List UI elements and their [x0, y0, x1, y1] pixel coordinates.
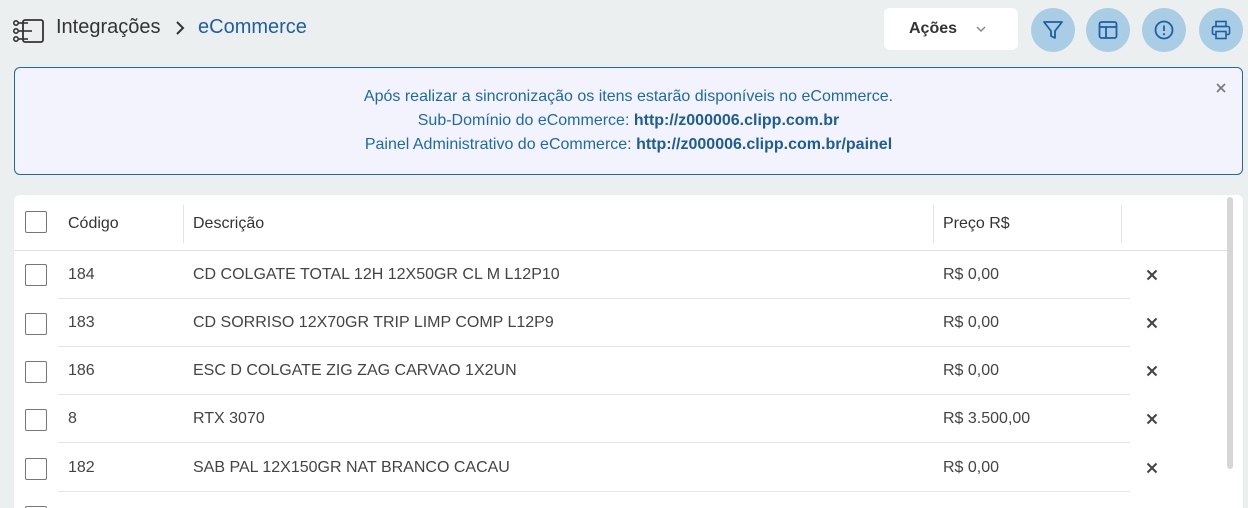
banner-line-2: Sub-Domínio do eCommerce: http://z000006… [15, 111, 1242, 131]
table-row[interactable]: 8 RTX 3070 R$ 3.500,00 [14, 395, 1227, 443]
filter-button[interactable] [1031, 8, 1075, 52]
cell-preco: R$ 0,00 [943, 362, 1000, 379]
cell-preco: R$ 0,00 [943, 459, 1000, 476]
banner-line-1: Após realizar a sincronização os itens e… [363, 88, 894, 105]
row-divider [58, 442, 1130, 443]
subdomain-label: Sub-Domínio do eCommerce: [417, 112, 634, 129]
vertical-scrollbar[interactable] [1227, 197, 1233, 469]
subdomain-link[interactable]: http://z000006.clipp.com.br [634, 112, 839, 129]
delete-row-icon[interactable] [1146, 269, 1158, 281]
breadcrumb-root[interactable]: Integrações [56, 16, 161, 39]
breadcrumb-current: eCommerce [198, 16, 307, 38]
delete-row-icon[interactable] [1146, 317, 1158, 329]
admin-panel-label: Painel Administrativo do eCommerce: [364, 136, 637, 153]
products-table: Código Descrição Preço R$ 184 CD COLGATE… [14, 195, 1243, 508]
info-button[interactable] [1142, 8, 1186, 52]
row-checkbox[interactable] [25, 264, 47, 286]
alert-circle-icon [1154, 20, 1174, 40]
delete-row-icon[interactable] [1146, 462, 1158, 474]
layout-button[interactable] [1086, 8, 1130, 52]
cell-codigo: 183 [68, 314, 95, 331]
cell-descricao: ESC D COLGATE ZIG ZAG CARVAO 1X2UN [193, 362, 517, 379]
column-header-preco[interactable]: Preço R$ [943, 215, 1010, 233]
column-divider [183, 205, 184, 243]
chevron-right-icon [176, 21, 185, 35]
delete-row-icon[interactable] [1146, 413, 1158, 425]
row-checkbox[interactable] [25, 458, 47, 480]
cell-descricao: SAB PAL 12X150GR NAT BRANCO CACAU [193, 459, 510, 476]
cell-preco: R$ 3.500,00 [943, 410, 1031, 427]
cell-codigo: 186 [68, 362, 95, 379]
row-checkbox[interactable] [25, 361, 47, 383]
cell-preco: R$ 0,00 [943, 266, 1000, 283]
row-divider [58, 491, 1130, 492]
layout-icon [1098, 21, 1118, 39]
cell-descricao: RTX 3070 [193, 410, 265, 427]
admin-panel-link[interactable]: http://z000006.clipp.com.br/painel [636, 136, 892, 153]
integration-flow-icon [12, 19, 44, 43]
filter-icon [1043, 21, 1063, 39]
column-header-codigo[interactable]: Código [68, 215, 119, 233]
table-row[interactable]: 186 ESC D COLGATE ZIG ZAG CARVAO 1X2UN R… [14, 347, 1227, 395]
row-checkbox[interactable] [25, 409, 47, 431]
table-row[interactable]: 184 CD COLGATE TOTAL 12H 12X50GR CL M L1… [14, 251, 1227, 299]
column-header-descricao[interactable]: Descrição [193, 215, 264, 233]
table-row[interactable]: 182 SAB PAL 12X150GR NAT BRANCO CACAU R$… [14, 444, 1227, 492]
row-checkbox[interactable] [25, 313, 47, 335]
delete-row-icon[interactable] [1146, 365, 1158, 377]
cell-codigo: 182 [68, 459, 95, 476]
column-divider [933, 205, 934, 243]
cell-preco: R$ 0,00 [943, 314, 1000, 331]
banner-line-3: Painel Administrativo do eCommerce: http… [15, 135, 1242, 155]
column-divider [1121, 205, 1122, 243]
cell-codigo: 184 [68, 266, 95, 283]
cell-descricao: CD COLGATE TOTAL 12H 12X50GR CL M L12P10 [193, 266, 560, 283]
print-button[interactable] [1199, 8, 1243, 52]
acoes-label: Ações [909, 20, 958, 37]
cell-descricao: CD SORRISO 12X70GR TRIP LIMP COMP L12P9 [193, 314, 554, 331]
table-row[interactable]: 183 CD SORRISO 12X70GR TRIP LIMP COMP L1… [14, 299, 1227, 347]
page-header: Integrações eCommerce Ações [0, 0, 1248, 58]
select-all-checkbox[interactable] [25, 211, 47, 233]
acoes-dropdown-button[interactable]: Ações [884, 8, 1018, 50]
chevron-down-icon [976, 26, 986, 33]
printer-icon [1211, 20, 1231, 40]
close-icon[interactable] [1214, 81, 1228, 95]
info-banner: Após realizar a sincronização os itens e… [14, 67, 1243, 175]
cell-codigo: 8 [68, 410, 77, 427]
